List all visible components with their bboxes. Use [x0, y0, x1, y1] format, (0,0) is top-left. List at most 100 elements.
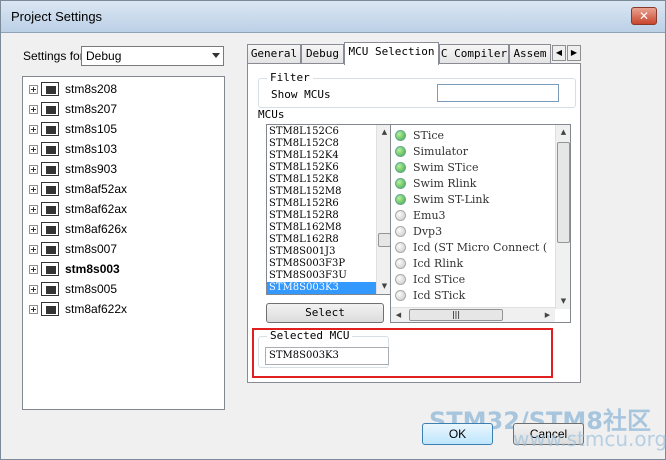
tree-item[interactable]: stm8s103 [29, 139, 117, 159]
tree-item[interactable]: stm8s207 [29, 99, 117, 119]
tab-c-compiler[interactable]: C Compiler [439, 44, 509, 64]
tree-item[interactable]: stm8af62ax [29, 199, 127, 219]
expand-icon[interactable] [29, 84, 38, 94]
mcu-list[interactable]: STM8L152C6 STM8L152C8 STM8L152K4 STM8L152K6… [266, 124, 392, 295]
tab-debug[interactable]: Debug [301, 44, 344, 64]
debugger-item[interactable]: Icd (ST Micro Connect ( [395, 239, 547, 255]
status-on-icon [395, 193, 406, 205]
expand-icon[interactable] [29, 104, 38, 114]
scroll-up-icon[interactable]: ▲ [556, 125, 570, 140]
tree-item[interactable]: stm8s007 [29, 239, 117, 259]
tree-item[interactable]: stm8s003 [29, 259, 120, 279]
scroll-right-icon[interactable]: ▶ [540, 308, 555, 322]
settings-for-dropdown[interactable]: Debug [81, 46, 224, 66]
show-mcus-label: Show MCUs [271, 88, 331, 101]
tree-item[interactable]: stm8s105 [29, 119, 117, 139]
scroll-left-icon[interactable]: ◀ [391, 308, 406, 322]
tree-item[interactable]: stm8s208 [29, 79, 117, 99]
tree-item-label: stm8s007 [65, 242, 118, 256]
mcu-list-item[interactable]: STM8L152K6 [267, 162, 377, 174]
project-tree[interactable]: stm8s208 stm8s207 stm8s105 stm8s103 stm8s903… [22, 76, 225, 410]
expand-icon[interactable] [29, 184, 38, 194]
debugger-item[interactable]: Swim Rlink [395, 175, 476, 191]
tree-item-label: stm8af52ax [65, 182, 128, 196]
expand-icon[interactable] [29, 164, 38, 174]
status-on-icon [395, 177, 406, 189]
debugger-item-label: Swim ST-Link [413, 192, 490, 206]
debugger-item[interactable]: Swim ST-Link [395, 191, 489, 207]
mcus-group: MCUs STM8L152C6 STM8L152C8 STM8L152K4 STM8L… [258, 108, 576, 326]
debugger-item[interactable]: Swim STice [395, 159, 478, 175]
chip-icon [41, 142, 59, 156]
debugger-vscrollbar[interactable]: ▲ ▼ [555, 125, 570, 309]
expand-icon[interactable] [29, 264, 38, 274]
mcu-list-item[interactable]: STM8L152R8 [267, 210, 377, 222]
tab-scroll-right-icon[interactable]: ▶ [567, 45, 581, 61]
scroll-thumb[interactable] [557, 142, 570, 243]
debugger-item-label: Dvp3 [413, 224, 443, 238]
expand-icon[interactable] [29, 144, 38, 154]
chevron-down-icon[interactable] [212, 53, 220, 58]
mcu-list-item[interactable]: STM8L152C6 [267, 126, 377, 138]
expand-icon[interactable] [29, 224, 38, 234]
settings-for-label: Settings for: [23, 49, 88, 63]
mcu-list-item[interactable]: STM8S003K3 [267, 282, 377, 294]
select-button[interactable]: Select [266, 303, 384, 323]
show-mcus-input[interactable] [437, 84, 559, 102]
status-off-icon [395, 225, 406, 237]
status-off-icon [395, 257, 406, 269]
expand-icon[interactable] [29, 124, 38, 134]
close-button[interactable]: ✕ [631, 7, 657, 25]
tree-item-label: stm8af62ax [65, 202, 128, 216]
tree-item[interactable]: stm8s903 [29, 159, 117, 179]
expand-icon[interactable] [29, 244, 38, 254]
mcu-list-items: STM8L152C6 STM8L152C8 STM8L152K4 STM8L152K6… [267, 126, 377, 294]
debugger-hscrollbar[interactable]: ◀ ||| ▶ [391, 307, 555, 322]
expand-icon[interactable] [29, 284, 38, 294]
mcu-list-item[interactable]: STM8L152K4 [267, 150, 377, 162]
highlight-box [252, 328, 553, 378]
debugger-item[interactable]: Dvp3 [395, 223, 442, 239]
debugger-item[interactable]: Emu3 [395, 207, 446, 223]
scroll-thumb[interactable]: ||| [409, 309, 503, 321]
chip-icon [41, 122, 59, 136]
debugger-list[interactable]: STice Simulator Swim STice Swim Rlink Swim S… [390, 124, 571, 323]
mcu-list-item[interactable]: STM8L152C8 [267, 138, 377, 150]
status-off-icon [395, 241, 406, 253]
debugger-item[interactable]: Simulator [395, 143, 468, 159]
tree-item[interactable]: stm8af622x [29, 299, 127, 319]
tree-item[interactable]: stm8af626x [29, 219, 127, 239]
tab-assem[interactable]: Assem [509, 44, 551, 64]
tree-item-label: stm8s005 [65, 282, 118, 296]
tab-scroll-left-icon[interactable]: ◀ [552, 45, 566, 61]
chip-icon [41, 162, 59, 176]
debugger-item-label: Icd STice [413, 272, 466, 286]
ok-button[interactable]: OK [422, 423, 493, 445]
mcu-list-scrollbar[interactable]: ▲ ▼ [376, 125, 391, 294]
mcu-list-item[interactable]: STM8L162M8 [267, 222, 377, 234]
mcus-group-title: MCUs [258, 108, 285, 121]
project-settings-dialog: Project Settings ✕ Settings for: Debug s… [0, 0, 666, 460]
tab-mcu-selection[interactable]: MCU Selection [344, 42, 439, 65]
mcu-list-item[interactable]: STM8L162R8 [267, 234, 377, 246]
debugger-item[interactable]: Icd STick [395, 287, 465, 303]
chip-icon [41, 102, 59, 116]
chip-icon [41, 262, 59, 276]
debugger-item[interactable]: Icd Rlink [395, 255, 463, 271]
mcu-list-item[interactable]: STM8L152K8 [267, 174, 377, 186]
tree-item[interactable]: stm8s005 [29, 279, 117, 299]
debugger-item[interactable]: Icd STice [395, 271, 465, 287]
debugger-item[interactable]: STice [395, 127, 444, 143]
expand-icon[interactable] [29, 204, 38, 214]
expand-icon[interactable] [29, 304, 38, 314]
mcu-list-item[interactable]: STM8S003F3U [267, 270, 377, 282]
mcu-list-item[interactable]: STM8S001J3 [267, 246, 377, 258]
mcu-list-item[interactable]: STM8S003F3P [267, 258, 377, 270]
debugger-item-label: Swim STice [413, 160, 479, 174]
mcu-list-item[interactable]: STM8L152M8 [267, 186, 377, 198]
chip-icon [41, 222, 59, 236]
mcu-list-item[interactable]: STM8L152R6 [267, 198, 377, 210]
tree-item[interactable]: stm8af52ax [29, 179, 127, 199]
tab-general[interactable]: General [247, 44, 301, 64]
scroll-down-icon[interactable]: ▼ [556, 294, 570, 309]
